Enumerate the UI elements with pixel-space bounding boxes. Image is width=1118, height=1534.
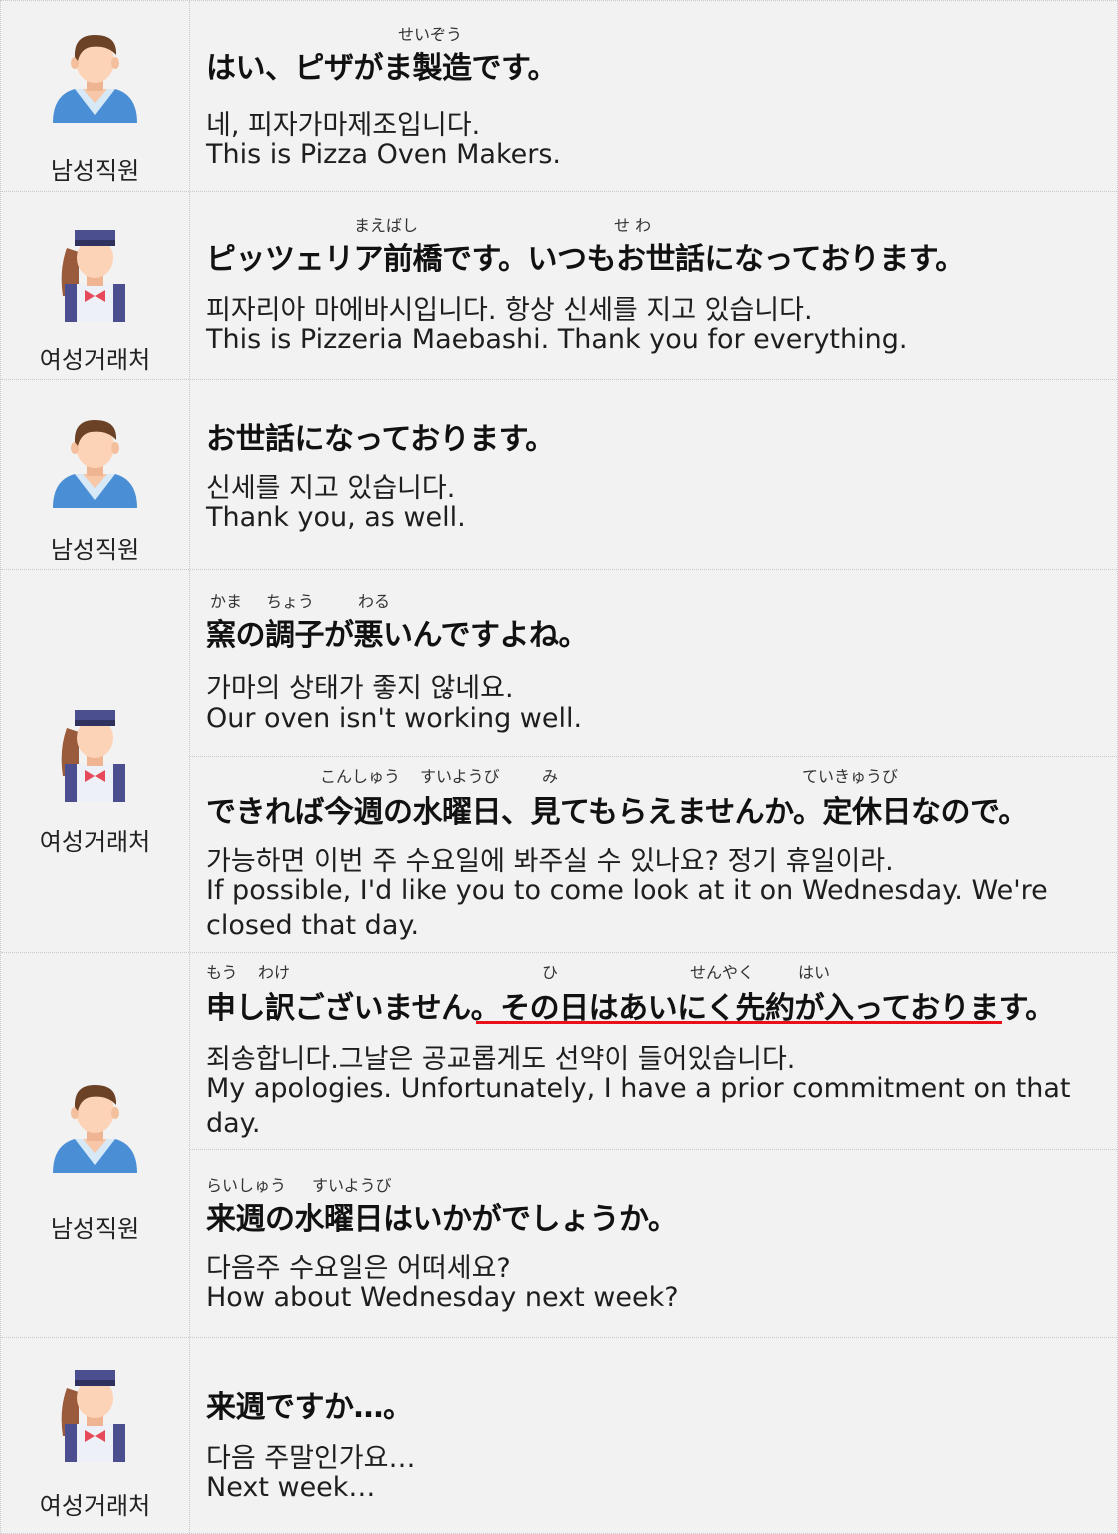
japanese-line: 来週の水曜日はいかがでしょうか。 bbox=[206, 1202, 678, 1237]
english-line: This is Pizzeria Maebashi. Thank you for… bbox=[206, 324, 908, 355]
dialogue-turn: 남성직원 もう わけ ひ せんやく はい 申し訳ございません。その日はあいにく先… bbox=[1, 953, 1117, 1338]
furigana: ちょう bbox=[266, 592, 315, 611]
furigana: まえばし bbox=[354, 216, 419, 235]
speaker-cell: 남성직원 bbox=[1, 380, 190, 569]
furigana: わけ bbox=[258, 963, 291, 982]
furigana: せ わ bbox=[614, 216, 652, 235]
english-line: This is Pizza Oven Makers. bbox=[206, 139, 561, 170]
furigana: せんやく bbox=[690, 963, 755, 982]
english-line: Next week… bbox=[206, 1472, 376, 1503]
english-line: How about Wednesday next week? bbox=[206, 1282, 679, 1313]
speaker-label: 남성직원 bbox=[50, 1215, 140, 1243]
japanese-line: 窯の調子が悪いんですよね。 bbox=[206, 618, 589, 653]
english-line: Thank you, as well. bbox=[206, 502, 466, 533]
furigana: わる bbox=[358, 592, 391, 611]
korean-line: 가마의 상태가 좋지 않네요. bbox=[206, 673, 514, 704]
furigana: らいしゅう bbox=[206, 1176, 287, 1195]
utterance: もう わけ ひ せんやく はい 申し訳ございません。その日はあいにく先約が入って… bbox=[190, 953, 1117, 1150]
speaker-cell: 여성거래처 bbox=[1, 192, 190, 379]
red-underline bbox=[476, 1021, 1002, 1024]
dialogue-turn: 남성직원 お世話になっております。 신세를 지고 있습니다. Thank you… bbox=[1, 380, 1117, 570]
japanese-line: ピッツェリア前橋です。いつもお世話になっております。 bbox=[206, 242, 965, 277]
furigana: ていきゅうび bbox=[802, 767, 899, 786]
japanese-line: はい、ピザがま製造です。 bbox=[206, 51, 558, 86]
utterance: まえばし せ わ ピッツェリア前橋です。いつもお世話になっております。 피자리아… bbox=[190, 192, 1117, 379]
japanese-line: お世話になっております。 bbox=[206, 422, 555, 457]
furigana: ひ bbox=[542, 963, 559, 982]
furigana: すいようび bbox=[420, 767, 500, 786]
speaker-cell: 여성거래처 bbox=[1, 570, 190, 952]
furigana: かま bbox=[210, 592, 243, 611]
japanese-apology: 申し訳ございません。 bbox=[206, 991, 501, 1026]
speaker-cell: 여성거래처 bbox=[1, 1338, 190, 1533]
dialogue-turn: 여성거래처 まえばし せ わ ピッツェリア前橋です。いつもお世話になっております… bbox=[1, 192, 1117, 380]
english-line: Our oven isn't working well. bbox=[206, 703, 583, 734]
furigana: み bbox=[542, 767, 559, 786]
dialogue-table: 남성직원 せいぞう はい、ピザがま製造です。 네, 피자가마제조입니다. Thi… bbox=[0, 0, 1118, 1534]
utterance: らいしゅう すいようび 来週の水曜日はいかがでしょうか。 다음주 수요일은 어떠… bbox=[190, 1150, 1117, 1337]
male-staff-avatar-icon bbox=[45, 23, 145, 123]
furigana: はい bbox=[798, 963, 831, 982]
japanese-line: できれば今週の水曜日、見てもらえませんか。定休日なので。 bbox=[206, 795, 1028, 830]
utterance: こんしゅう すいようび み ていきゅうび できれば今週の水曜日、見てもらえません… bbox=[190, 757, 1117, 952]
utterance: 来週ですか…。 다음 주말인가요… Next week… bbox=[190, 1338, 1117, 1533]
male-staff-avatar-icon bbox=[45, 1073, 145, 1173]
speaker-label: 여성거래처 bbox=[39, 828, 151, 856]
speaker-label: 남성직원 bbox=[50, 536, 140, 564]
speaker-label: 여성거래처 bbox=[39, 1492, 151, 1520]
english-line: If possible, I'd like you to come look a… bbox=[206, 875, 1048, 941]
furigana: せいぞう bbox=[398, 25, 463, 44]
utterance: かま ちょう わる 窯の調子が悪いんですよね。 가마의 상태가 좋지 않네요. … bbox=[190, 570, 1117, 757]
utterance: せいぞう はい、ピザがま製造です。 네, 피자가마제조입니다. This is … bbox=[190, 1, 1117, 191]
furigana: こんしゅう bbox=[320, 767, 401, 786]
english-line: My apologies. Unfortunately, I have a pr… bbox=[206, 1073, 1071, 1139]
female-client-avatar-icon bbox=[45, 1362, 145, 1462]
utterance: お世話になっております。 신세를 지고 있습니다. Thank you, as … bbox=[190, 380, 1117, 569]
female-client-avatar-icon bbox=[45, 222, 145, 322]
dialogue-turn: 여성거래처 かま ちょう わる 窯の調子が悪いんですよね。 가마의 상태가 좋지… bbox=[1, 570, 1117, 953]
speaker-cell: 남성직원 bbox=[1, 1, 190, 191]
male-staff-avatar-icon bbox=[45, 408, 145, 508]
dialogue-turn: 남성직원 せいぞう はい、ピザがま製造です。 네, 피자가마제조입니다. Thi… bbox=[1, 1, 1117, 192]
japanese-line: 来週ですか…。 bbox=[206, 1390, 413, 1425]
speaker-label: 여성거래처 bbox=[39, 346, 151, 374]
dialogue-turn: 여성거래처 来週ですか…。 다음 주말인가요… Next week… bbox=[1, 1338, 1117, 1533]
female-client-avatar-icon bbox=[45, 702, 145, 802]
furigana: もう bbox=[206, 963, 238, 982]
furigana: すいようび bbox=[312, 1176, 392, 1195]
speaker-label: 남성직원 bbox=[50, 157, 140, 185]
speaker-cell: 남성직원 bbox=[1, 953, 190, 1337]
